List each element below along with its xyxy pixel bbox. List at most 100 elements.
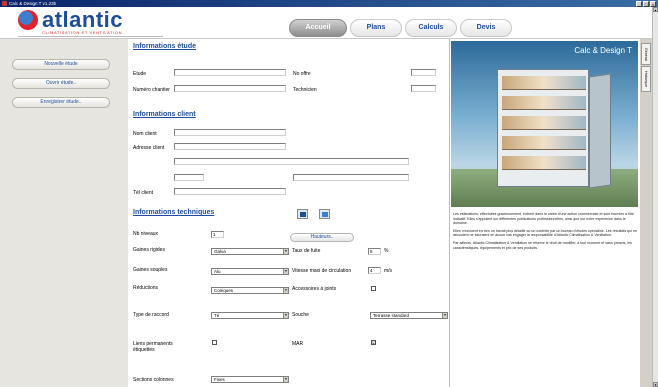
client-address-line2[interactable]	[174, 158, 409, 165]
roof-outlet-label: Souche	[292, 312, 309, 318]
heights-button[interactable]: Hauteurs..	[290, 233, 354, 242]
max-speed-input[interactable]: 4	[368, 267, 381, 274]
reductions-value: Coniques	[214, 288, 234, 293]
building-side	[589, 73, 611, 189]
mar-checkbox[interactable]: ☑	[371, 340, 376, 345]
save-disk-icon[interactable]	[319, 209, 330, 219]
client-city-input[interactable]	[293, 174, 409, 181]
leak-rate-label: Taux de fuite	[292, 248, 321, 254]
building-floor	[502, 96, 586, 110]
atlantic-logo: atlantic CLIMATISATION ET VENTILATION	[18, 7, 178, 39]
tab-plans[interactable]: Plans	[350, 19, 402, 37]
column-sections-label: Sections colonnes	[133, 377, 174, 383]
window-titlebar: Calc & Design T v1.23b _ □ x	[0, 0, 658, 7]
rigid-ducts-label: Gaines rigides	[133, 247, 165, 253]
joint-accessories-checkbox[interactable]	[371, 286, 376, 291]
client-name-input[interactable]	[174, 129, 286, 136]
panel-title: Calc & Design T	[574, 46, 632, 55]
side-tab-general[interactable]: Général	[641, 43, 651, 65]
tab-accueil[interactable]: Accueil	[289, 19, 347, 37]
side-tabs: Général Historique	[640, 39, 652, 387]
open-study-button[interactable]: Ouvrir étude..	[12, 78, 110, 89]
building-cutaway	[497, 69, 589, 187]
technician-input[interactable]	[411, 85, 436, 92]
flex-ducts-label: Gaines souples	[133, 267, 168, 273]
levels-label: Nb niveaux	[133, 231, 159, 237]
side-tab-history[interactable]: Historique	[641, 66, 651, 92]
permanent-links-label: Liens permanents étiquettes	[133, 341, 173, 353]
fitting-type-label: Type de raccord	[133, 312, 169, 318]
technical-section-title: Informations techniques	[133, 209, 215, 216]
window-title: Calc & Design T v1.23b	[9, 1, 57, 6]
dropdown-arrow-icon: ▼	[283, 269, 288, 274]
minimize-button[interactable]: _	[636, 0, 642, 7]
study-section-title: Informations étude	[133, 43, 197, 50]
roof-outlet-select[interactable]: Terrasse standard ▼	[370, 312, 448, 319]
site-number-label: Numéro chantier	[133, 87, 170, 93]
sidebar: Nouvelle étude Ouvrir étude.. Enregistre…	[0, 39, 128, 387]
tab-calculs[interactable]: Calculs	[405, 19, 457, 37]
mar-label: MAR	[292, 341, 304, 347]
disclaimer-text: Les estimations, effectuées gracieusemen…	[453, 212, 637, 253]
rigid-ducts-select[interactable]: Galva ▼	[211, 248, 289, 255]
etude-label: Etude	[133, 71, 147, 77]
logo-tagline: CLIMATISATION ET VENTILATION	[42, 30, 123, 35]
roof-outlet-value: Terrasse standard	[373, 313, 410, 318]
client-section-title: Informations client	[133, 111, 196, 118]
scroll-up-icon[interactable]: ▲	[653, 7, 658, 12]
info-panel: Calc & Design T Les estimations, effectu…	[449, 39, 640, 387]
column-sections-select[interactable]: Fixes ▼	[211, 376, 289, 383]
client-address-line1[interactable]	[174, 143, 286, 150]
client-address-label: Adresse client	[133, 145, 165, 151]
window-controls: _ □ x	[636, 0, 656, 7]
client-name-label: Nom client	[133, 131, 157, 137]
flex-ducts-value: Alu	[214, 269, 221, 274]
dropdown-arrow-icon: ▼	[283, 313, 288, 318]
disclaimer-paragraph: Par ailleurs, Atlantic Climatisation & V…	[453, 240, 632, 250]
etude-input[interactable]	[174, 69, 286, 76]
leak-rate-unit: %	[384, 248, 389, 254]
leak-rate-input[interactable]: 5	[368, 248, 381, 255]
dropdown-arrow-icon: ▼	[283, 288, 288, 293]
site-number-input[interactable]	[174, 85, 286, 92]
client-phone-label: Tél client	[133, 190, 154, 196]
fitting-type-value: Té	[214, 313, 220, 318]
client-phone-input[interactable]	[174, 188, 286, 195]
maximize-button[interactable]: □	[643, 0, 649, 7]
building-floor	[502, 136, 586, 150]
building-floor	[502, 156, 586, 170]
print-icon[interactable]	[297, 209, 308, 219]
save-study-button[interactable]: Enregistrer étude..	[12, 97, 110, 108]
dropdown-arrow-icon: ▼	[283, 377, 288, 382]
building-floor	[502, 116, 586, 130]
main-tabs: Accueil Plans Calculs Devis	[289, 19, 512, 37]
offer-number-label: No offre	[293, 71, 311, 77]
close-button[interactable]: x	[650, 0, 656, 7]
logo-divider	[18, 36, 163, 37]
permanent-links-checkbox[interactable]	[212, 340, 217, 345]
max-speed-label: Vitesse maxi de circulation	[292, 268, 352, 274]
technician-label: Technicien	[293, 87, 317, 93]
rigid-ducts-value: Galva	[214, 249, 226, 254]
app-icon	[2, 1, 7, 6]
joint-accessories-label: Accessoires à joints	[292, 286, 337, 292]
building-floor	[502, 76, 586, 90]
vertical-scrollbar[interactable]: ▲ ▼	[652, 7, 658, 387]
main-form: Informations étude Etude No offre Numéro…	[128, 39, 449, 387]
max-speed-unit: m/s	[384, 268, 393, 274]
reductions-label: Réductions	[133, 285, 159, 291]
new-study-button[interactable]: Nouvelle étude	[12, 59, 110, 70]
column-sections-value: Fixes	[214, 377, 225, 382]
fitting-type-select[interactable]: Té ▼	[211, 312, 289, 319]
levels-input[interactable]: 1	[211, 231, 224, 238]
scroll-down-icon[interactable]: ▼	[653, 382, 658, 387]
tab-devis[interactable]: Devis	[460, 19, 512, 37]
flex-ducts-select[interactable]: Alu ▼	[211, 268, 289, 275]
app-header: atlantic CLIMATISATION ET VENTILATION Ac…	[0, 7, 652, 39]
building-illustration: Calc & Design T	[451, 41, 638, 207]
client-postcode-input[interactable]	[174, 174, 204, 181]
offer-number-input[interactable]	[411, 69, 436, 76]
dropdown-arrow-icon: ▼	[442, 313, 447, 318]
logo-mark-icon	[18, 10, 38, 30]
reductions-select[interactable]: Coniques ▼	[211, 287, 289, 294]
